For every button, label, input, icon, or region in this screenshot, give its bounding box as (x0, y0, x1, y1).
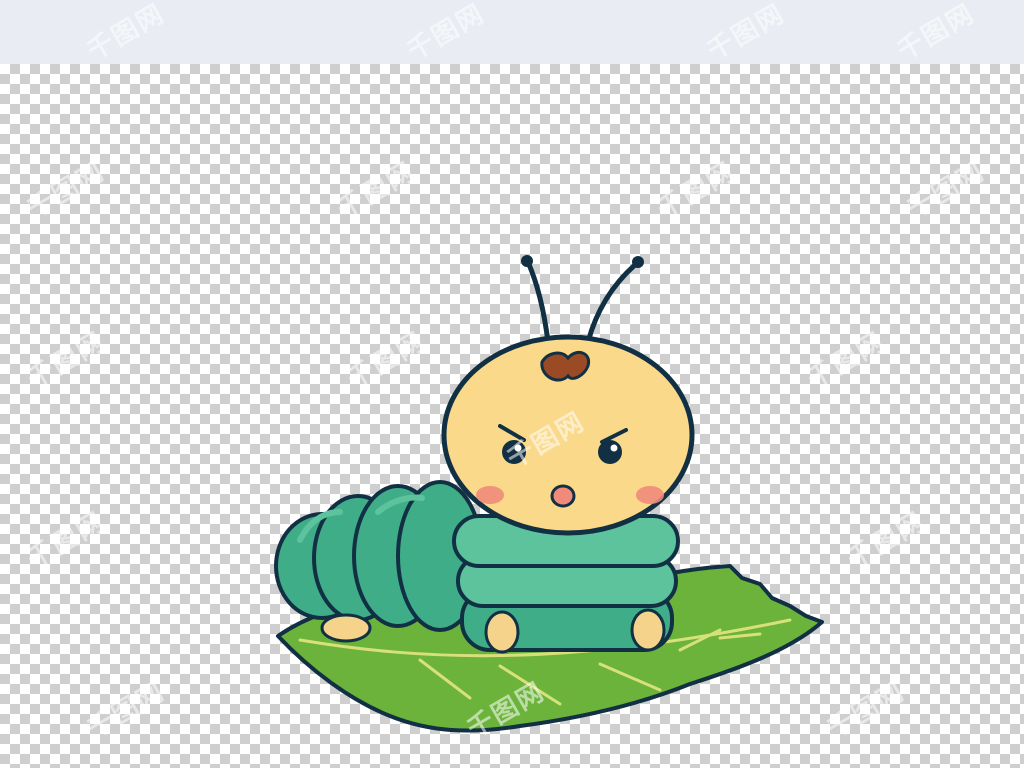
hair-tuft (540, 350, 591, 382)
right-eye (598, 440, 622, 464)
mouth (550, 484, 576, 508)
caterpillar-illustration (274, 255, 824, 733)
front-foot-left (484, 610, 520, 654)
right-cheek (636, 486, 664, 504)
left-cheek (476, 486, 504, 504)
front-foot-right (630, 608, 666, 652)
head (441, 334, 695, 536)
back-foot (320, 613, 372, 643)
antennae (521, 255, 644, 345)
left-eye (502, 440, 526, 464)
caterpillar-body (274, 480, 484, 632)
